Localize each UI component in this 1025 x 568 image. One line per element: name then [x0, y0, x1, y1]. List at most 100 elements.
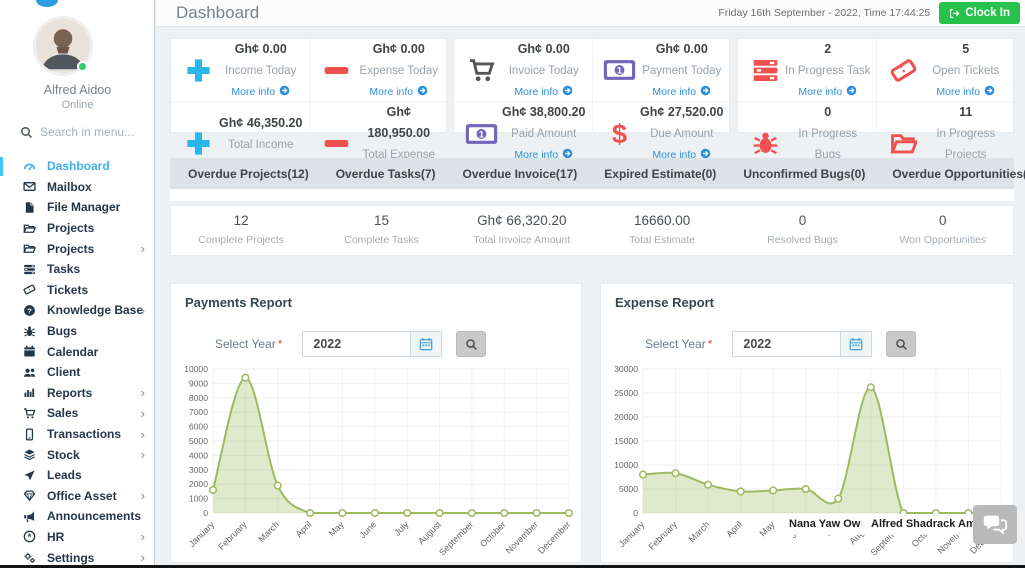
sidebar-item-knowledge-base[interactable]: ?Knowledge Base› [0, 300, 155, 321]
sidebar-item-tasks[interactable]: Tasks [0, 259, 155, 280]
tab-overdue-opportunities[interactable]: Overdue Opportunities(0) [892, 167, 1025, 181]
svg-text:February: February [216, 519, 249, 552]
dashboard-page: Alfred Aidoo Online Dashboard Mailbox Fi… [0, 0, 1025, 568]
chevron-right-icon: › [141, 530, 145, 543]
svg-text:$: $ [612, 120, 627, 147]
more-info-link[interactable]: More info [936, 85, 995, 101]
stat-paid-amount: 1 Gh¢ 38,800.20Paid AmountMore info [454, 101, 592, 164]
svg-text:9000: 9000 [189, 378, 208, 388]
payments-chart: 0100020003000400050006000700080009000100… [171, 361, 581, 561]
stat-open-tickets: 5Open TicketsMore info [876, 39, 1014, 101]
svg-text:3000: 3000 [189, 465, 208, 475]
sidebar-item-tickets[interactable]: Tickets [0, 280, 155, 301]
stat-expense-today: Gh¢ 0.00Expense TodayMore info [309, 39, 447, 101]
arrow-circle-right-icon [562, 85, 573, 101]
expense-search-button[interactable] [886, 331, 916, 357]
bar-chart-icon [22, 386, 37, 399]
layers-icon [22, 448, 37, 461]
tab-overdue-invoice[interactable]: Overdue Invoice(17) [463, 167, 578, 181]
expense-report-title: Expense Report [601, 284, 1013, 310]
folder-open-icon [22, 222, 37, 235]
svg-text:*: * [28, 533, 32, 543]
svg-text:10000: 10000 [614, 460, 638, 470]
sidebar-item-hr[interactable]: *HR› [0, 527, 155, 548]
svg-text:May: May [327, 519, 346, 538]
chevron-right-icon: › [141, 489, 145, 502]
svg-text:20000: 20000 [614, 412, 638, 422]
gears-icon [22, 551, 37, 564]
svg-text:February: February [646, 519, 679, 552]
payments-year-input[interactable] [303, 332, 410, 356]
svg-text:January: January [617, 519, 647, 549]
more-info-link[interactable]: More info [798, 85, 857, 101]
chevron-right-icon: › [141, 242, 145, 255]
header-right: Friday 16th September - 2022, Time 17:44… [718, 2, 1020, 24]
sidebar-item-announcements[interactable]: Announcements [0, 506, 155, 527]
money-bill-icon: 1 [462, 123, 500, 145]
svg-text:0: 0 [203, 508, 208, 518]
sidebar-item-projects-2[interactable]: Projects› [0, 238, 155, 259]
sidebar-item-client[interactable]: Client [0, 362, 155, 383]
tab-unconfirmed-bugs[interactable]: Unconfirmed Bugs(0) [743, 167, 865, 181]
svg-text:March: March [256, 519, 281, 544]
bug-icon [746, 130, 784, 157]
sidebar-item-office-asset[interactable]: Office Asset› [0, 486, 155, 507]
expense-year-input[interactable] [733, 332, 840, 356]
stat-group-money-1: Gh¢ 0.00Income TodayMore info Gh¢ 0.00Ex… [170, 38, 447, 133]
arrow-circle-right-icon [279, 85, 290, 101]
profile-status: Online [0, 99, 155, 111]
calendar-picker-button[interactable] [410, 332, 441, 356]
sidebar-item-mailbox[interactable]: Mailbox [0, 177, 155, 198]
svg-text:7000: 7000 [189, 407, 208, 417]
arrow-circle-right-icon [417, 85, 428, 101]
sidebar-item-file-manager[interactable]: File Manager [0, 197, 155, 218]
menu-search-input[interactable] [40, 125, 146, 139]
top-header: Dashboard Friday 16th September - 2022, … [156, 0, 1025, 27]
sidebar-item-reports[interactable]: Reports› [0, 383, 155, 404]
chevron-right-icon: › [141, 448, 145, 461]
sidebar-search [20, 125, 146, 139]
calendar-picker-button[interactable] [840, 332, 871, 356]
clock-in-button[interactable]: Clock In [939, 2, 1020, 24]
tab-overdue-tasks[interactable]: Overdue Tasks(7) [336, 167, 436, 181]
svg-text:0: 0 [633, 508, 638, 518]
sidebar-item-leads[interactable]: Leads [0, 465, 155, 486]
sidebar-item-transactions[interactable]: Transactions› [0, 424, 155, 445]
payments-search-button[interactable] [456, 331, 486, 357]
datetime-text: Friday 16th September - 2022, Time 17:44… [718, 7, 930, 19]
dashboard-icon [22, 160, 37, 173]
chevron-right-icon: › [141, 428, 145, 441]
more-info-link[interactable]: More info [514, 85, 573, 101]
chat-widget-button[interactable] [973, 505, 1017, 544]
sidebar-item-sales[interactable]: Sales› [0, 403, 155, 424]
more-info-link[interactable]: More info [369, 85, 428, 101]
payments-report-card: Payments Report Select Year* 01000200030… [170, 283, 582, 563]
sidebar-item-stock[interactable]: Stock› [0, 444, 155, 465]
gem-icon [22, 489, 37, 502]
svg-text:25000: 25000 [614, 388, 638, 398]
users-icon [22, 366, 37, 379]
tab-overdue-projects[interactable]: Overdue Projects(12) [188, 167, 309, 181]
chevron-right-icon: › [141, 304, 145, 317]
mobile-icon [22, 428, 37, 441]
arrow-circle-right-icon [984, 85, 995, 101]
more-info-link[interactable]: More info [652, 85, 711, 101]
search-icon [465, 338, 478, 351]
calendar-icon [849, 337, 863, 351]
summary-complete-projects: 12Complete Projects [171, 206, 311, 255]
calendar-icon [22, 345, 37, 358]
expense-year-form: Select Year* [601, 331, 1013, 357]
sidebar-item-calendar[interactable]: Calendar [0, 341, 155, 362]
svg-text:August: August [416, 519, 443, 546]
svg-text:June: June [357, 519, 378, 540]
tab-content-strip [170, 189, 1014, 202]
cart-icon [22, 407, 37, 420]
stat-in-progress-task: 2In Progress TaskMore info [738, 39, 876, 101]
tab-expired-estimate[interactable]: Expired Estimate(0) [604, 167, 716, 181]
sidebar-item-projects[interactable]: Projects [0, 218, 155, 239]
more-info-link[interactable]: More info [231, 85, 290, 101]
sidebar-item-bugs[interactable]: Bugs [0, 321, 155, 342]
sidebar-item-dashboard[interactable]: Dashboard [0, 156, 155, 177]
sign-in-icon [949, 8, 960, 19]
chat-bubble-icon [982, 515, 1008, 535]
